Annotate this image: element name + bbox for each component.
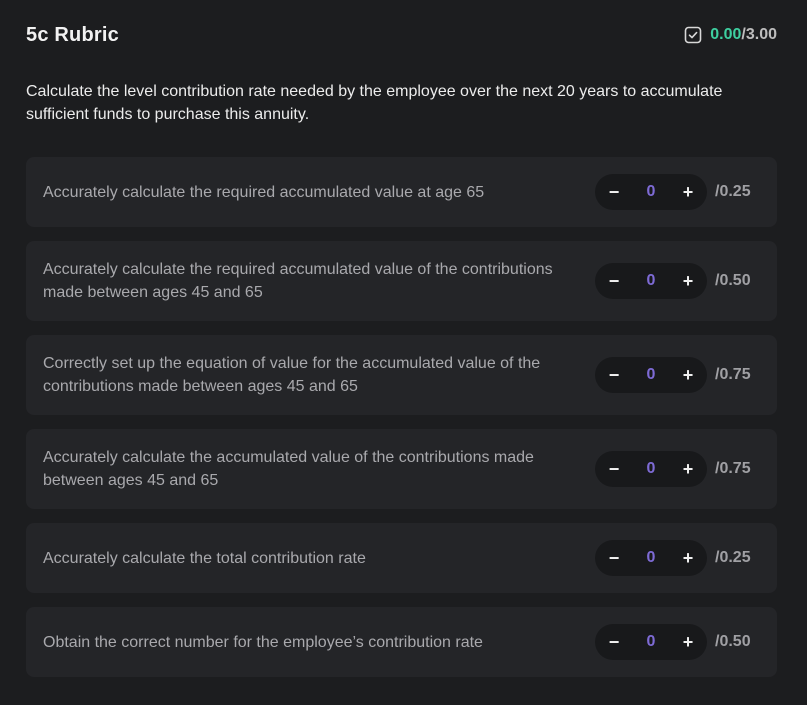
item-max-points: /0.75 xyxy=(715,460,751,477)
item-max-points: /0.25 xyxy=(715,549,751,566)
decrement-button[interactable]: − xyxy=(605,632,623,653)
rubric-item: Accurately calculate the total contribut… xyxy=(26,523,777,593)
decrement-button[interactable]: − xyxy=(605,548,623,569)
increment-button[interactable]: + xyxy=(679,271,697,292)
rubric-title: 5c Rubric xyxy=(26,23,119,46)
rubric-items-list: Accurately calculate the required accumu… xyxy=(26,157,777,691)
rubric-item: Correctly set up the equation of value f… xyxy=(26,335,777,415)
score-stepper: − 0 + xyxy=(595,451,707,487)
item-max-points: /0.50 xyxy=(715,633,751,650)
rubric-item: Accurately calculate the accumulated val… xyxy=(26,429,777,509)
stepper-value: 0 xyxy=(646,366,656,383)
rubric-description: Calculate the level contribution rate ne… xyxy=(26,83,723,123)
item-max-points: /0.25 xyxy=(715,183,751,200)
score-display: 0.00 /3.00 xyxy=(684,26,777,44)
increment-button[interactable]: + xyxy=(679,365,697,386)
rubric-item: Accurately calculate the required accumu… xyxy=(26,241,777,321)
stepper-value: 0 xyxy=(646,183,656,200)
decrement-button[interactable]: − xyxy=(605,182,623,203)
rubric-item: Accurately calculate the required accumu… xyxy=(26,157,777,227)
score-earned: 0.00 xyxy=(710,26,742,43)
rubric-item-text: Accurately calculate the accumulated val… xyxy=(43,449,534,489)
score-stepper: − 0 + xyxy=(595,174,707,210)
rubric-item-text: Accurately calculate the total contribut… xyxy=(43,549,366,567)
score-total: /3.00 xyxy=(741,26,777,43)
check-square-icon xyxy=(684,26,702,44)
score-stepper: − 0 + xyxy=(595,263,707,299)
rubric-item: Obtain the correct number for the employ… xyxy=(26,607,777,677)
decrement-button[interactable]: − xyxy=(605,365,623,386)
rubric-header: 5c Rubric 0.00 /3.00 xyxy=(26,20,777,50)
increment-button[interactable]: + xyxy=(679,182,697,203)
rubric-item-text: Obtain the correct number for the employ… xyxy=(43,633,483,651)
item-max-points: /0.75 xyxy=(715,366,751,383)
increment-button[interactable]: + xyxy=(679,459,697,480)
item-max-points: /0.50 xyxy=(715,272,751,289)
rubric-item-text: Accurately calculate the required accumu… xyxy=(43,183,485,201)
stepper-value: 0 xyxy=(646,460,656,477)
score-stepper: − 0 + xyxy=(595,540,707,576)
score-stepper: − 0 + xyxy=(595,624,707,660)
decrement-button[interactable]: − xyxy=(605,459,623,480)
stepper-value: 0 xyxy=(646,272,656,289)
increment-button[interactable]: + xyxy=(679,632,697,653)
decrement-button[interactable]: − xyxy=(605,271,623,292)
increment-button[interactable]: + xyxy=(679,548,697,569)
stepper-value: 0 xyxy=(646,633,656,650)
stepper-value: 0 xyxy=(646,549,656,566)
rubric-item-text: Correctly set up the equation of value f… xyxy=(43,355,541,395)
rubric-item-text: Accurately calculate the required accumu… xyxy=(43,261,553,301)
score-stepper: − 0 + xyxy=(595,357,707,393)
